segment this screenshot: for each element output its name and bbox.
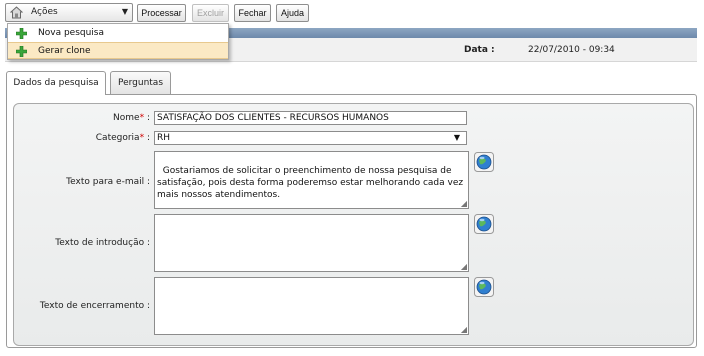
chevron-down-icon: ▼ bbox=[121, 7, 128, 16]
nome-label: Nome bbox=[113, 113, 140, 123]
email-label: Texto para e-mail : bbox=[66, 177, 150, 187]
excluir-button[interactable]: Excluir bbox=[192, 4, 229, 22]
tab-dados-da-pesquisa[interactable]: Dados da pesquisa bbox=[6, 71, 106, 95]
categoria-value: RH bbox=[157, 133, 171, 143]
nome-label-row: Nome* : bbox=[60, 113, 150, 123]
required-mark: * bbox=[139, 113, 145, 123]
ajuda-button[interactable]: Ajuda bbox=[276, 4, 309, 22]
colon: : bbox=[146, 133, 150, 143]
menu-item-label: Gerar clone bbox=[38, 46, 91, 56]
nome-input[interactable]: SATISFAÇÃO DOS CLIENTES - RECURSOS HUMAN… bbox=[154, 111, 467, 125]
categoria-label: Categoria bbox=[95, 133, 140, 143]
intro-textarea[interactable]: ◢ bbox=[154, 214, 469, 272]
plus-icon bbox=[16, 46, 27, 57]
globe-icon[interactable] bbox=[474, 214, 494, 234]
categoria-label-row: Categoria* : bbox=[60, 133, 150, 143]
acoes-dropdown[interactable]: Ações ▼ bbox=[5, 3, 133, 22]
resize-grip-icon[interactable]: ◢ bbox=[461, 200, 467, 208]
globe-icon[interactable] bbox=[474, 277, 494, 297]
encerramento-textarea[interactable]: ◢ bbox=[154, 277, 469, 335]
globe-icon[interactable] bbox=[474, 152, 494, 172]
email-textarea[interactable]: Gostariamos de solicitar o preenchimento… bbox=[154, 151, 469, 209]
tab-perguntas[interactable]: Perguntas bbox=[110, 71, 171, 94]
processar-button[interactable]: Processar bbox=[137, 4, 186, 22]
menu-item-label: Nova pesquisa bbox=[38, 28, 105, 38]
email-text: Gostariamos de solicitar o preenchimento… bbox=[157, 166, 466, 200]
house-icon bbox=[10, 6, 23, 19]
date-value: 22/07/2010 - 09:34 bbox=[528, 45, 615, 55]
intro-label: Texto de introdução : bbox=[55, 238, 150, 248]
plus-icon bbox=[16, 28, 27, 39]
menu-item-nova-pesquisa[interactable]: Nova pesquisa bbox=[8, 25, 228, 42]
encerramento-label: Texto de encerramento : bbox=[39, 301, 150, 311]
categoria-select[interactable]: RH ▼ bbox=[154, 131, 467, 145]
colon: : bbox=[146, 113, 150, 123]
fechar-button[interactable]: Fechar bbox=[234, 4, 271, 22]
acoes-label: Ações bbox=[31, 7, 58, 17]
acoes-menu: Nova pesquisa Gerar clone bbox=[7, 23, 229, 60]
resize-grip-icon[interactable]: ◢ bbox=[461, 263, 467, 271]
required-mark: * bbox=[139, 133, 145, 143]
resize-grip-icon[interactable]: ◢ bbox=[461, 326, 467, 334]
chevron-down-icon: ▼ bbox=[453, 133, 460, 142]
date-label: Data : bbox=[464, 45, 495, 55]
menu-item-gerar-clone[interactable]: Gerar clone bbox=[8, 42, 228, 59]
